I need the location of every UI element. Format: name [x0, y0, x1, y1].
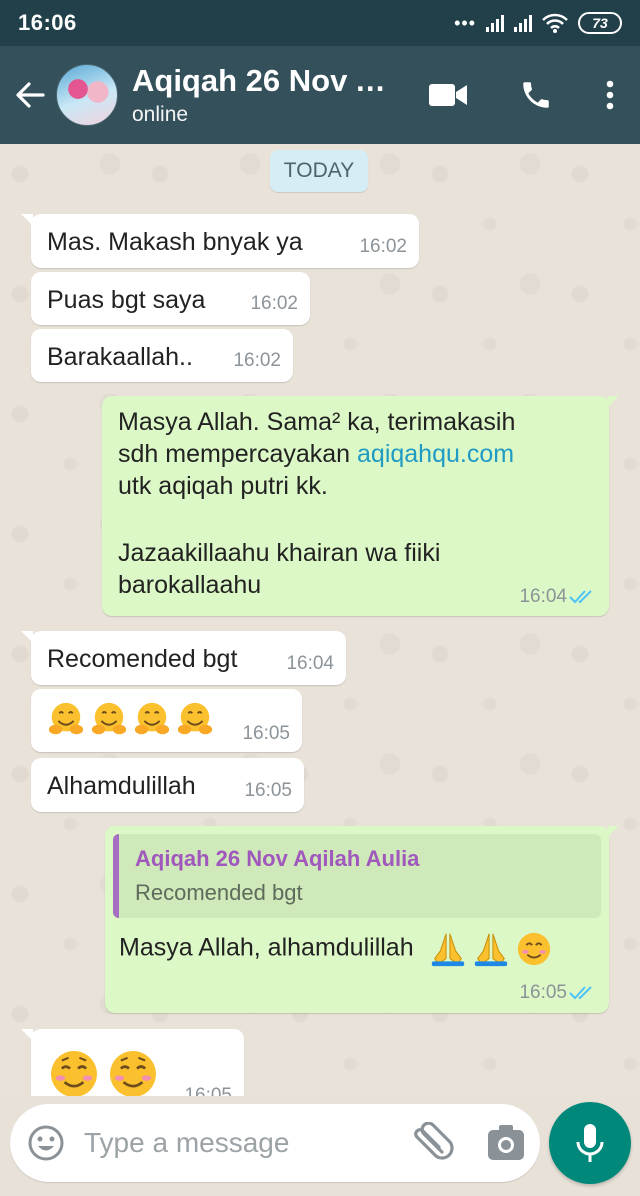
video-call-button[interactable] [404, 46, 492, 144]
emoji-button[interactable] [26, 1123, 66, 1168]
message-text: Recomended bgt [47, 645, 238, 673]
attach-icon [414, 1121, 454, 1160]
hugging-face-icon [91, 702, 127, 735]
message-time: 16:05 [519, 982, 567, 1003]
phone-icon [523, 82, 549, 108]
message-text: Mas. Makash bnyak ya [47, 228, 303, 256]
message-text-row: Masya Allah, alhamdulillah [119, 930, 558, 968]
voice-record-button[interactable] [549, 1102, 631, 1184]
more-vertical-icon [606, 80, 614, 110]
read-receipt-icon [569, 590, 592, 604]
relieved-smiling-face-icon [51, 1051, 97, 1096]
avatar[interactable] [56, 64, 118, 126]
message-list[interactable]: TODAY Mas. Makash bnyak ya 16:02 Puas bg… [0, 144, 640, 1096]
quoted-text: Recomended bgt [135, 880, 303, 905]
incoming-message[interactable]: Barakaallah.. 16:02 [31, 329, 293, 382]
quoted-message[interactable]: Aqiqah 26 Nov Aqilah Aulia Recomended bg… [113, 834, 601, 918]
message-time: 16:02 [250, 293, 298, 314]
incoming-message[interactable]: Mas. Makash bnyak ya 16:02 [21, 214, 419, 268]
message-time: 16:02 [359, 236, 407, 257]
folded-hands-icon [474, 933, 507, 967]
voice-call-button[interactable] [492, 46, 580, 144]
relieved-smiling-face-icon [110, 1051, 156, 1096]
more-options-button[interactable] [580, 46, 640, 144]
message-time: 16:04 [519, 586, 567, 607]
message-time: 16:04 [286, 653, 334, 674]
folded-hands-icon [431, 933, 464, 967]
message-text: Puas bgt saya [47, 286, 206, 314]
chat-title-block[interactable]: Aqiqah 26 Nov A... online [132, 63, 402, 127]
message-text: Alhamdulillah [47, 772, 196, 800]
incoming-message[interactable]: Recomended bgt 16:04 [21, 631, 346, 685]
message-time: 16:05 [184, 1085, 232, 1096]
message-composer [10, 1104, 540, 1182]
more-dots-icon: ••• [454, 12, 476, 33]
signal-icon [514, 14, 532, 32]
composer-bar [0, 1096, 640, 1196]
camera-icon [488, 1125, 524, 1160]
clock: 16:06 [18, 10, 77, 35]
incoming-message[interactable]: Puas bgt saya 16:02 [31, 272, 310, 325]
quoted-author: Aqiqah 26 Nov Aqilah Aulia [135, 846, 420, 871]
message-text: Masya Allah, alhamdulillah [119, 933, 414, 962]
status-icons: ••• 73 [454, 12, 622, 34]
back-arrow-icon [16, 82, 45, 108]
video-call-icon [429, 84, 467, 106]
chat-header: Aqiqah 26 Nov A... online [0, 46, 640, 144]
message-time: 16:02 [233, 350, 281, 371]
hugging-face-icon [48, 702, 84, 735]
message-link[interactable]: aqiqahqu.com [357, 440, 514, 468]
smiling-face-icon [517, 932, 550, 966]
message-text: Masya Allah. Sama² ka, terimakasih sdh m… [118, 408, 516, 599]
outgoing-message[interactable]: Masya Allah. Sama² ka, terimakasih sdh m… [102, 396, 619, 616]
status-bar: 16:06 ••• 73 [0, 0, 640, 46]
mic-icon [576, 1124, 604, 1162]
emoji-icon [28, 1125, 64, 1161]
date-divider: TODAY [270, 150, 368, 192]
message-text: Barakaallah.. [47, 343, 193, 371]
emoji-row [47, 701, 219, 739]
message-input[interactable] [84, 1122, 384, 1164]
chat-title: Aqiqah 26 Nov A... [132, 63, 402, 98]
incoming-message[interactable]: 16:05 [31, 689, 302, 752]
back-button[interactable] [4, 46, 56, 144]
camera-button[interactable] [486, 1124, 526, 1167]
message-time: 16:05 [244, 780, 292, 801]
outgoing-reply-message[interactable]: Aqiqah 26 Nov Aqilah Aulia Recomended bg… [105, 826, 619, 1013]
presence-status: online [132, 103, 189, 126]
incoming-message[interactable]: Alhamdulillah 16:05 [31, 758, 304, 812]
wifi-icon [542, 13, 568, 33]
signal-icon [486, 14, 504, 32]
incoming-message[interactable]: 16:05 [21, 1029, 244, 1096]
read-receipt-icon [569, 986, 592, 1000]
attach-button[interactable] [408, 1121, 454, 1171]
battery-icon: 73 [578, 12, 622, 34]
emoji-row [47, 1047, 165, 1096]
hugging-face-icon [177, 702, 213, 735]
message-time: 16:05 [242, 723, 290, 744]
hugging-face-icon [134, 702, 170, 735]
